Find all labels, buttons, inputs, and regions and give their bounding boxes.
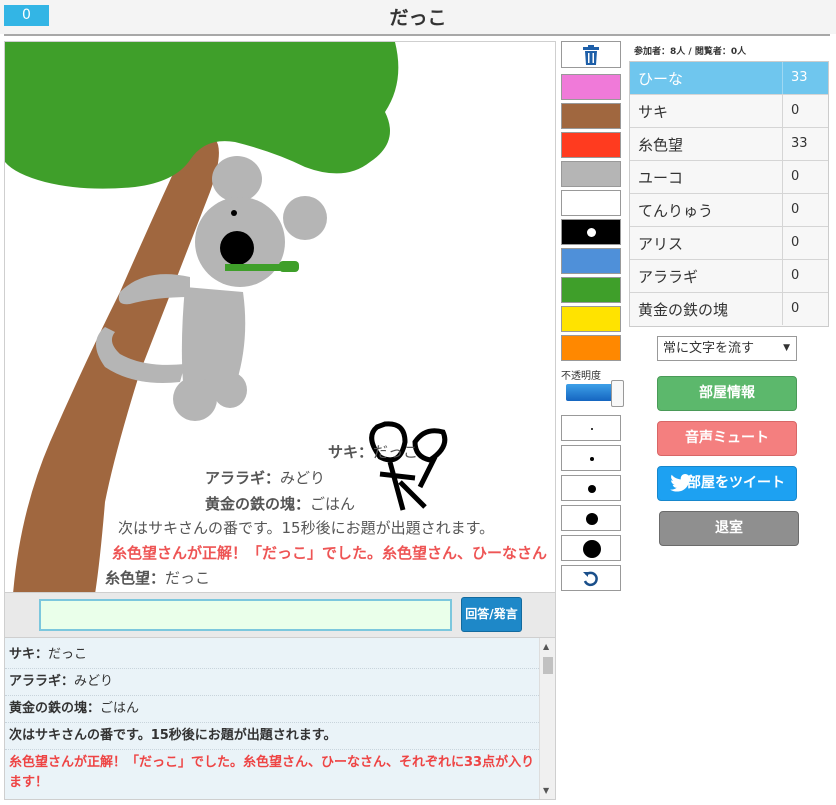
drawing-canvas[interactable]: サキ：だっこ アララギ：みどり 黄金の鉄の塊：ごはん 次はサキさんの番です。15… [4, 41, 556, 593]
color-swatch[interactable] [561, 219, 621, 245]
overlay-line-correct: 糸色望さんが正解！「だっこ」でした。糸色望さん、ひーなさん [112, 544, 548, 562]
player-score: 33 [782, 62, 830, 94]
player-score: 0 [782, 95, 830, 127]
player-score: 0 [782, 194, 830, 226]
scroll-up-icon[interactable]: ▲ [543, 642, 549, 651]
log-row: サキ：だっこ [5, 642, 539, 669]
player-name: ひーな [638, 70, 684, 88]
player-name: 糸色望 [638, 136, 684, 154]
color-swatch[interactable] [561, 190, 621, 216]
clear-canvas-button[interactable] [561, 41, 621, 68]
player-name: てんりゅう [638, 202, 714, 220]
color-swatch[interactable] [561, 248, 621, 274]
color-swatch[interactable] [561, 335, 621, 361]
answer-bar: 回答/発言 [4, 593, 556, 637]
color-swatch[interactable] [561, 132, 621, 158]
overlay-line: サキ：だっこ [328, 443, 419, 461]
scroll-down-icon[interactable]: ▼ [543, 786, 549, 795]
selected-color-indicator [587, 228, 596, 237]
overlay-line: 糸色望：だっこ [105, 569, 211, 587]
page-title: だっこ [389, 7, 447, 29]
opacity-label: 不透明度 [561, 371, 601, 382]
color-swatch[interactable] [561, 161, 621, 187]
player-score: 0 [782, 161, 830, 193]
mute-button[interactable]: 音声ミュート [657, 421, 797, 456]
log-row: 黄金の鉄の塊：ごはん [5, 696, 539, 723]
brush-size-3[interactable] [561, 475, 621, 501]
trash-icon [583, 45, 599, 65]
undo-button[interactable] [561, 565, 621, 591]
tweet-room-button[interactable]: 部屋をツイート [657, 466, 797, 501]
player-row: アリス 0 [630, 227, 828, 260]
answer-input[interactable] [39, 599, 452, 631]
leave-room-button[interactable]: 退室 [659, 511, 799, 546]
log-row: 次はサキさんの番です。15秒後にお題が出題されます。 [5, 723, 539, 750]
player-row: アララギ 0 [630, 260, 828, 293]
answer-submit-button[interactable]: 回答/発言 [461, 597, 522, 632]
player-row: サキ 0 [630, 95, 828, 128]
player-name: アララギ [638, 268, 699, 286]
color-swatch[interactable] [561, 103, 621, 129]
player-name: サキ [638, 103, 669, 121]
room-info-button[interactable]: 部屋情報 [657, 376, 797, 411]
log-row-correct: 糸色望さんが正解！「だっこ」でした。糸色望さん、ひーなさん、それぞれに33点が入… [9, 755, 535, 790]
scroll-thumb[interactable] [543, 657, 553, 674]
opacity-slider-knob[interactable] [611, 380, 624, 407]
player-name: ユーコ [638, 169, 684, 187]
color-swatch[interactable] [561, 306, 621, 332]
player-score: 33 [782, 128, 830, 160]
player-row: 糸色望 33 [630, 128, 828, 161]
text-scroll-select[interactable]: 常に文字を流す ▼ [657, 336, 797, 361]
undo-icon [583, 571, 598, 587]
twitter-icon [670, 474, 692, 492]
player-name: 黄金の鉄の塊 [638, 301, 729, 319]
color-swatch[interactable] [561, 74, 621, 100]
header-divider [4, 34, 830, 36]
log-scrollbar[interactable]: ▲ ▼ [539, 638, 555, 799]
chat-overlay: サキ：だっこ アララギ：みどり 黄金の鉄の塊：ごはん 次はサキさんの番です。15… [5, 42, 555, 592]
player-score: 0 [782, 260, 830, 292]
player-score: 0 [782, 227, 830, 259]
player-score: 0 [782, 293, 830, 325]
player-list: ひーな 33 サキ 0 糸色望 33 ユーコ 0 てんりゅう 0 アリス 0 アララギ 0 黄金の鉄の塊 0 [629, 61, 829, 327]
brush-size-5[interactable] [561, 535, 621, 561]
overlay-line: アララギ：みどり [205, 469, 326, 487]
log-row: アララギ：みどり [5, 669, 539, 696]
brush-size-2[interactable] [561, 445, 621, 471]
player-row: ひーな 33 [630, 62, 828, 95]
brush-size-1[interactable] [561, 415, 621, 441]
chevron-down-icon: ▼ [783, 343, 790, 353]
chat-log[interactable]: サキ：だっこ アララギ：みどり 黄金の鉄の塊：ごはん 次はサキさんの番です。15… [4, 637, 556, 800]
player-row: てんりゅう 0 [630, 194, 828, 227]
color-swatch[interactable] [561, 277, 621, 303]
player-row: 黄金の鉄の塊 0 [630, 293, 828, 326]
player-row: ユーコ 0 [630, 161, 828, 194]
brush-size-4[interactable] [561, 505, 621, 531]
overlay-line: 黄金の鉄の塊：ごはん [205, 495, 356, 513]
overlay-line: 次はサキさんの番です。15秒後にお題が出題されます。 [118, 519, 495, 537]
participant-counts: 参加者：8人 / 閲覧者：0人 [634, 47, 747, 57]
player-name: アリス [638, 235, 684, 253]
